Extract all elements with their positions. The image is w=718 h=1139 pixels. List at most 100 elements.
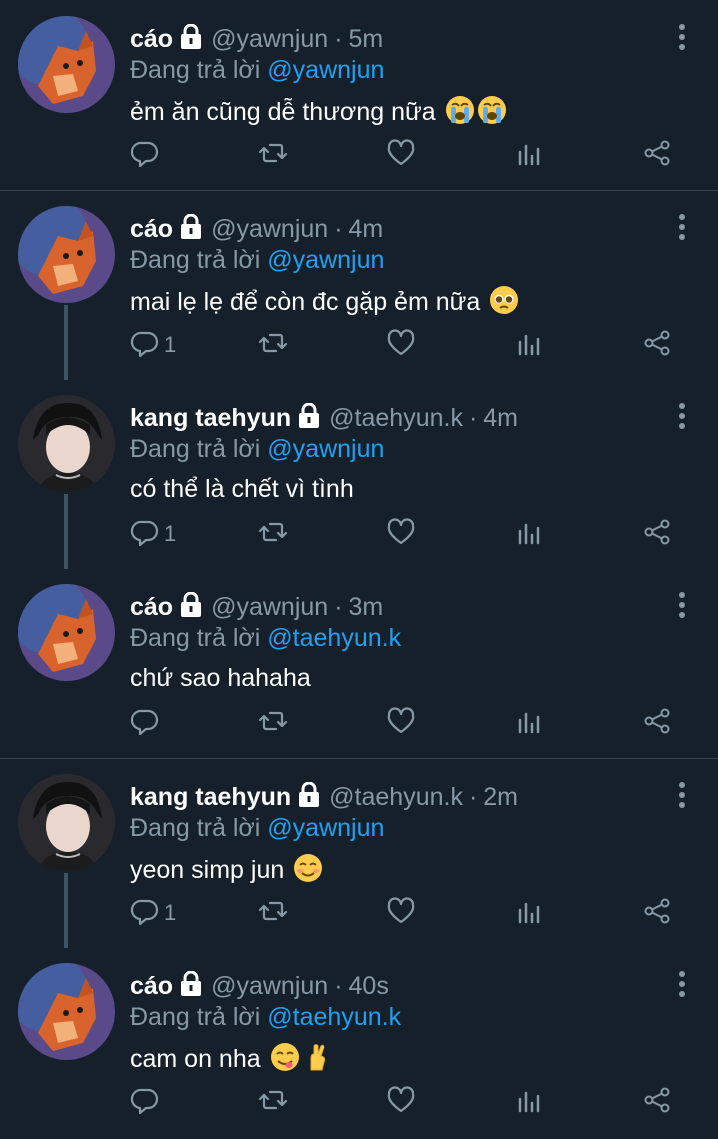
heart-icon [386, 138, 416, 173]
reply-button[interactable]: 1 [130, 514, 176, 554]
retweet-button[interactable] [258, 135, 288, 175]
timestamp[interactable]: 3m [349, 592, 384, 622]
share-button[interactable] [642, 514, 672, 554]
handle[interactable]: @yawnjun [211, 971, 328, 1001]
like-button[interactable] [386, 325, 416, 365]
share-button[interactable] [642, 325, 672, 365]
display-name[interactable]: kang taehyun [130, 403, 291, 433]
display-name[interactable]: cáo [130, 24, 173, 54]
avatar[interactable] [18, 395, 115, 492]
timestamp[interactable]: 4m [349, 214, 384, 244]
handle[interactable]: @taehyun.k [329, 403, 463, 433]
more-options-icon[interactable] [676, 780, 688, 810]
analytics-button[interactable] [515, 703, 545, 743]
retweet-button[interactable] [258, 893, 288, 933]
lock-icon [179, 591, 203, 618]
tweet[interactable]: kang taehyun @taehyun.k · 4m Đang trả lờ… [0, 379, 718, 569]
tweet-text: ẻm ăn cũng dễ thương nữa [130, 95, 507, 127]
reply-icon [130, 1085, 160, 1120]
more-options-icon[interactable] [676, 590, 688, 620]
analytics-icon [515, 706, 545, 741]
tweet-actions: 1 [130, 325, 690, 365]
mention-link[interactable]: @yawnjun [267, 435, 384, 463]
like-button[interactable] [386, 703, 416, 743]
retweet-button[interactable] [258, 1082, 288, 1122]
display-name[interactable]: cáo [130, 971, 173, 1001]
handle[interactable]: @taehyun.k [329, 782, 463, 812]
analytics-button[interactable] [515, 325, 545, 365]
analytics-button[interactable] [515, 135, 545, 175]
avatar[interactable] [18, 16, 115, 113]
timestamp[interactable]: 4m [483, 403, 518, 433]
mention-link[interactable]: @yawnjun [267, 246, 384, 274]
analytics-button[interactable] [515, 514, 545, 554]
share-button[interactable] [642, 135, 672, 175]
timestamp[interactable]: 2m [483, 782, 518, 812]
analytics-button[interactable] [515, 1082, 545, 1122]
mention-link[interactable]: @yawnjun [267, 56, 384, 84]
separator-dot: · [334, 593, 343, 621]
replying-to: Đang trả lời @yawnjun [130, 245, 384, 275]
replying-to: Đang trả lời @yawnjun [130, 434, 384, 464]
tweet-text: mai lẹ lẹ để còn đc gặp ẻm nữa [130, 285, 519, 317]
heart-icon [386, 706, 416, 741]
timestamp[interactable]: 5m [349, 24, 384, 54]
retweet-icon [258, 1085, 288, 1120]
reply-button[interactable] [130, 1082, 164, 1122]
replying-prefix: Đang trả lời [130, 435, 261, 463]
like-button[interactable] [386, 135, 416, 175]
more-options-icon[interactable] [676, 401, 688, 431]
replying-prefix: Đang trả lời [130, 814, 261, 842]
analytics-button[interactable] [515, 893, 545, 933]
reply-button[interactable] [130, 703, 164, 743]
like-button[interactable] [386, 893, 416, 933]
handle[interactable]: @yawnjun [211, 592, 328, 622]
mention-link[interactable]: @taehyun.k [267, 1003, 401, 1031]
share-button[interactable] [642, 893, 672, 933]
display-name[interactable]: cáo [130, 592, 173, 622]
avatar[interactable] [18, 963, 115, 1060]
avatar[interactable] [18, 774, 115, 871]
tweet-body: ẻm ăn cũng dễ thương nữa [130, 98, 436, 126]
heart-icon [386, 517, 416, 552]
more-options-icon[interactable] [676, 969, 688, 999]
retweet-button[interactable] [258, 703, 288, 743]
share-button[interactable] [642, 1082, 672, 1122]
like-button[interactable] [386, 514, 416, 554]
avatar[interactable] [18, 206, 115, 303]
tweet[interactable]: cáo @yawnjun · 5m Đang trả lời @yawnjun … [0, 0, 718, 191]
tweet-text: có thể là chết vì tình [130, 474, 354, 504]
timestamp[interactable]: 40s [349, 971, 389, 1001]
mention-link[interactable]: @yawnjun [267, 814, 384, 842]
reply-button[interactable] [130, 135, 164, 175]
handle[interactable]: @yawnjun [211, 24, 328, 54]
tweet-actions: 1 [130, 893, 690, 933]
tweet[interactable]: cáo @yawnjun · 40s Đang trả lời @taehyun… [0, 947, 718, 1139]
replying-prefix: Đang trả lời [130, 56, 261, 84]
tweet-body: chứ sao hahaha [130, 664, 311, 692]
reply-button[interactable]: 1 [130, 325, 176, 365]
mention-link[interactable]: @taehyun.k [267, 624, 401, 652]
share-button[interactable] [642, 703, 672, 743]
tweet[interactable]: cáo @yawnjun · 4m Đang trả lời @yawnjun … [0, 190, 718, 380]
display-name[interactable]: cáo [130, 214, 173, 244]
like-button[interactable] [386, 1082, 416, 1122]
avatar[interactable] [18, 584, 115, 681]
display-name[interactable]: kang taehyun [130, 782, 291, 812]
more-options-icon[interactable] [676, 22, 688, 52]
separator-dot: · [334, 972, 343, 1000]
reply-button[interactable]: 1 [130, 893, 176, 933]
retweet-icon [258, 706, 288, 741]
tweet-text: chứ sao hahaha [130, 663, 311, 693]
tweet[interactable]: kang taehyun @taehyun.k · 2m Đang trả lờ… [0, 758, 718, 948]
handle[interactable]: @yawnjun [211, 214, 328, 244]
smiling-face-emoji [293, 853, 323, 883]
retweet-button[interactable] [258, 325, 288, 365]
retweet-button[interactable] [258, 514, 288, 554]
tweet[interactable]: cáo @yawnjun · 3m Đang trả lời @taehyun.… [0, 568, 718, 759]
thread-line [64, 494, 68, 569]
separator-dot: · [334, 25, 343, 53]
replying-prefix: Đang trả lời [130, 624, 261, 652]
more-options-icon[interactable] [676, 212, 688, 242]
lock-icon [179, 23, 203, 50]
